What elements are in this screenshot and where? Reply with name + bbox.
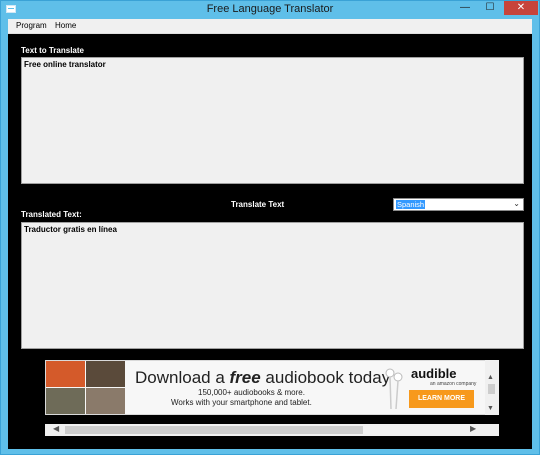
menu-program[interactable]: Program (16, 21, 47, 30)
scroll-up-icon[interactable]: ▲ (487, 374, 494, 381)
scroll-down-icon[interactable]: ▼ (487, 405, 494, 412)
app-window: Free Language Translator — ☐ ✕ Program H… (0, 0, 540, 455)
audible-logo: audible (411, 366, 457, 381)
book-cover-image (86, 388, 125, 414)
scroll-thumb[interactable] (488, 384, 495, 394)
translated-text-label: Translated Text: (21, 210, 82, 219)
book-cover-image (46, 361, 85, 387)
ad-headline: Download a free audiobook today (135, 368, 390, 388)
maximize-icon: ☐ (485, 2, 495, 13)
language-selected-value: Spanish (396, 200, 426, 209)
minimize-button[interactable]: — (454, 1, 476, 15)
source-text-input[interactable]: Free online translator (21, 57, 524, 184)
source-text-label: Text to Translate (21, 46, 84, 55)
book-cover-image (46, 388, 85, 414)
translate-button[interactable]: Translate Text (231, 200, 284, 209)
minimize-icon: — (460, 2, 470, 13)
translated-text-output[interactable]: Traductor gratis en línea (21, 222, 524, 349)
scroll-right-icon[interactable]: ▶ (470, 424, 476, 433)
scrollbar-corner (485, 424, 499, 436)
scroll-left-icon[interactable]: ◀ (53, 424, 59, 433)
ad-subline-2: Works with your smartphone and tablet. (171, 398, 312, 407)
ad-vertical-scrollbar[interactable]: ▲ ▼ (485, 360, 499, 415)
close-button[interactable]: ✕ (504, 1, 538, 15)
ad-banner[interactable]: Download a free audiobook today 150,000+… (45, 360, 499, 415)
ad-subline-1: 150,000+ audiobooks & more. (198, 388, 305, 397)
close-icon: ✕ (516, 2, 526, 13)
scroll-thumb[interactable] (65, 426, 363, 434)
ad-headline-emphasis: free (229, 368, 261, 387)
menu-bar: Program Home (8, 19, 532, 34)
ad-headline-prefix: Download a (135, 368, 230, 387)
ad-headline-suffix: audiobook today (260, 368, 391, 387)
title-bar[interactable]: Free Language Translator — ☐ ✕ (1, 1, 539, 18)
maximize-button[interactable]: ☐ (479, 1, 501, 15)
chevron-down-icon: ⌄ (513, 199, 520, 208)
learn-more-button[interactable]: LEARN MORE (409, 390, 474, 408)
book-cover-image (86, 361, 125, 387)
audible-logo-sub: an amazon company (430, 381, 477, 387)
ad-horizontal-scrollbar[interactable]: ◀ ▶ (45, 424, 485, 436)
language-select[interactable]: Spanish ⌄ (393, 198, 524, 211)
menu-home[interactable]: Home (55, 21, 76, 30)
earbuds-image (385, 368, 403, 410)
main-panel: Program Home Text to Translate Free onli… (8, 19, 532, 449)
